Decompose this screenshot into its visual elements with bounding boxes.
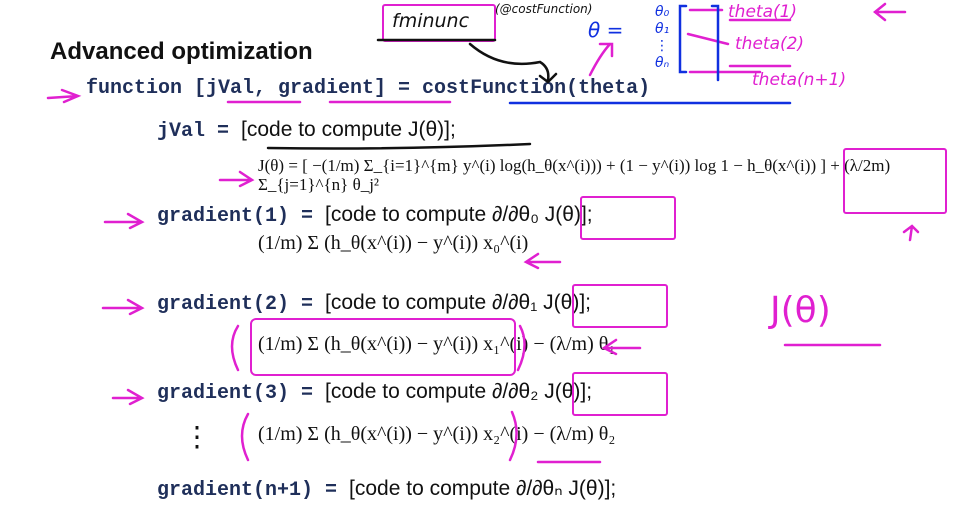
ink-annotations xyxy=(46,2,920,464)
